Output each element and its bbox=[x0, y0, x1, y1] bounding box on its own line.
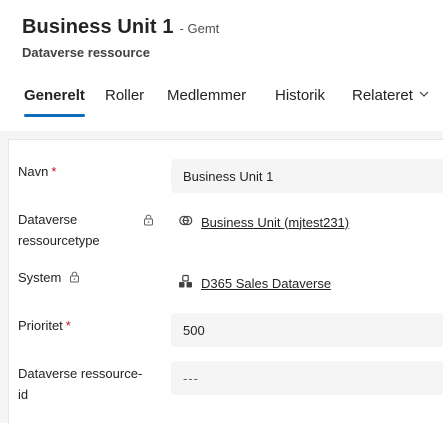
tab-historik[interactable]: Historik bbox=[275, 84, 325, 121]
title-row: Business Unit 1 - Gemt bbox=[22, 16, 219, 39]
tab-label: Roller bbox=[105, 87, 145, 104]
priority-input[interactable]: 500 bbox=[171, 313, 443, 347]
system-link[interactable]: D365 Sales Dataverse bbox=[201, 276, 331, 291]
system-icon bbox=[178, 274, 193, 292]
tab-roller[interactable]: Roller bbox=[105, 84, 144, 121]
save-status: - Gemt bbox=[179, 21, 220, 36]
resource-id-input[interactable]: --- bbox=[171, 361, 443, 395]
tab-label: Relateret bbox=[352, 87, 413, 104]
tab-list: Generelt Roller Medlemmer Historik Relat… bbox=[0, 84, 443, 120]
tab-label: Historik bbox=[275, 87, 326, 104]
lock-icon bbox=[143, 213, 154, 231]
record-title: Business Unit 1 bbox=[22, 16, 174, 38]
tab-generelt[interactable]: Generelt bbox=[24, 84, 85, 121]
required-marker: * bbox=[51, 164, 57, 179]
record-header: Business Unit 1 - Gemt Dataverse ressour… bbox=[0, 0, 443, 131]
lock-icon bbox=[69, 268, 80, 289]
name-input[interactable]: Business Unit 1 bbox=[171, 159, 443, 193]
resource-type-lookup: Business Unit (mjtest231) bbox=[178, 213, 349, 231]
resource-type-link[interactable]: Business Unit (mjtest231) bbox=[201, 215, 349, 230]
resource-id-placeholder: --- bbox=[183, 370, 199, 386]
system-label: System bbox=[18, 267, 80, 289]
resource-id-label: Dataverse ressource- id bbox=[18, 366, 143, 402]
section-gap-left bbox=[0, 131, 8, 423]
tab-label: Medlemmer bbox=[167, 87, 247, 104]
priority-label: Prioritet * bbox=[18, 318, 71, 333]
link-resource-icon bbox=[178, 213, 193, 231]
system-lookup: D365 Sales Dataverse bbox=[178, 274, 331, 292]
tab-label: Generelt bbox=[24, 87, 85, 104]
tab-relateret[interactable]: Relateret bbox=[352, 84, 429, 121]
required-marker: * bbox=[65, 318, 71, 333]
name-label: Navn * bbox=[18, 164, 57, 179]
priority-value: 500 bbox=[183, 322, 205, 338]
name-value: Business Unit 1 bbox=[183, 168, 274, 184]
section-gap bbox=[0, 131, 443, 139]
entity-type-label: Dataverse ressource bbox=[22, 45, 150, 60]
resource-type-label: Dataverse ressourcetype bbox=[18, 212, 100, 248]
tab-medlemmer[interactable]: Medlemmer bbox=[167, 84, 246, 121]
chevron-down-icon bbox=[419, 86, 429, 97]
